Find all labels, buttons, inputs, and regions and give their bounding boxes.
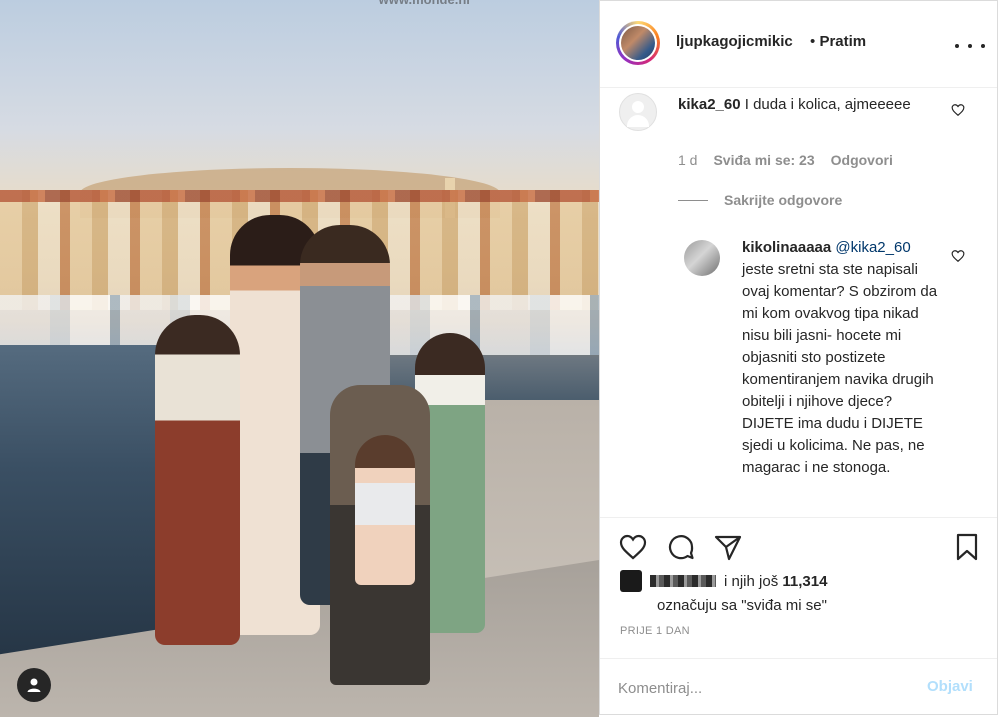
save-bookmark-icon[interactable] — [952, 532, 982, 562]
reply-button[interactable]: Odgovori — [831, 152, 893, 168]
reply-username[interactable]: kikolinaaaaa — [742, 239, 831, 256]
hide-replies-line — [678, 199, 708, 201]
reply-text: jeste sretni sta ste napisali ovaj komen… — [742, 261, 938, 476]
follow-status-group: • Pratim — [810, 33, 866, 50]
post-header: ljupkagojicmikic • Pratim — [600, 1, 997, 88]
likes-count[interactable]: 11,314 — [782, 573, 827, 590]
reply-mention[interactable]: @kika2_60 — [835, 239, 910, 256]
liker-name-redacted — [650, 575, 716, 587]
photo-person-girl-left — [155, 315, 240, 645]
comment-text: I duda i kolica, ajmeeeee — [744, 96, 911, 113]
likes-summary[interactable]: i njih još 11,314 — [620, 570, 827, 592]
likes-suffix: označuju sa "sviđa mi se" — [657, 597, 827, 614]
liker-avatar[interactable] — [620, 570, 642, 592]
comment-likes[interactable]: Sviđa mi se: 23 — [713, 152, 814, 168]
post-comment-button[interactable]: Objavi — [927, 678, 973, 695]
photo-toddler — [355, 435, 415, 585]
comment-age: 1 d — [678, 152, 698, 168]
hide-replies-label: Sakrijte odgovore — [724, 192, 843, 208]
like-comment-heart-icon[interactable] — [951, 103, 965, 117]
photo-roofs — [0, 190, 599, 202]
likes-prefix: i njih još — [724, 572, 779, 590]
comment-bar: Objavi — [600, 658, 997, 717]
post-actions: i njih još 11,314 označuju sa "sviđa mi … — [600, 517, 997, 716]
likes-text: i njih još 11,314 — [724, 573, 827, 590]
comment-input[interactable] — [618, 677, 908, 699]
like-heart-icon[interactable] — [618, 532, 648, 562]
avatar-image — [621, 26, 655, 60]
reply-body: kikolinaaaaa @kika2_60 jeste sretni sta … — [742, 237, 942, 479]
author-username[interactable]: ljupkagojicmikic — [676, 33, 793, 50]
hide-replies-button[interactable]: Sakrijte odgovore — [678, 192, 842, 208]
comment-body: kika2_60 I duda i kolica, ajmeeeee — [678, 94, 938, 115]
like-reply-heart-icon[interactable] — [951, 249, 965, 263]
comment-username[interactable]: kika2_60 — [678, 96, 741, 113]
comment-meta: 1 d Sviđa mi se: 23 Odgovori — [678, 152, 893, 168]
reply-avatar[interactable] — [684, 240, 720, 276]
comment-bubble-icon[interactable] — [666, 532, 696, 562]
person-icon — [27, 678, 41, 692]
post-side-panel: ljupkagojicmikic • Pratim kika2_60 I dud… — [599, 0, 998, 715]
user-tag-button[interactable] — [17, 668, 51, 702]
comments-list[interactable]: kika2_60 I duda i kolica, ajmeeeee 1 d S… — [600, 88, 997, 516]
follow-status-button[interactable]: Pratim — [819, 33, 866, 50]
author-avatar[interactable] — [616, 21, 660, 65]
photo-watermark: www.monde.hr — [325, 0, 525, 8]
separator-dot: • — [810, 33, 816, 50]
post-photo[interactable]: www.monde.hr — [0, 0, 599, 717]
more-dots-icon[interactable] — [955, 36, 985, 56]
post-timestamp[interactable]: PRIJE 1 DAN — [620, 625, 690, 637]
avatar-ring-gap — [619, 24, 657, 62]
comment-avatar[interactable] — [619, 93, 657, 131]
share-paper-plane-icon[interactable] — [713, 532, 743, 562]
photo-family — [150, 215, 490, 705]
